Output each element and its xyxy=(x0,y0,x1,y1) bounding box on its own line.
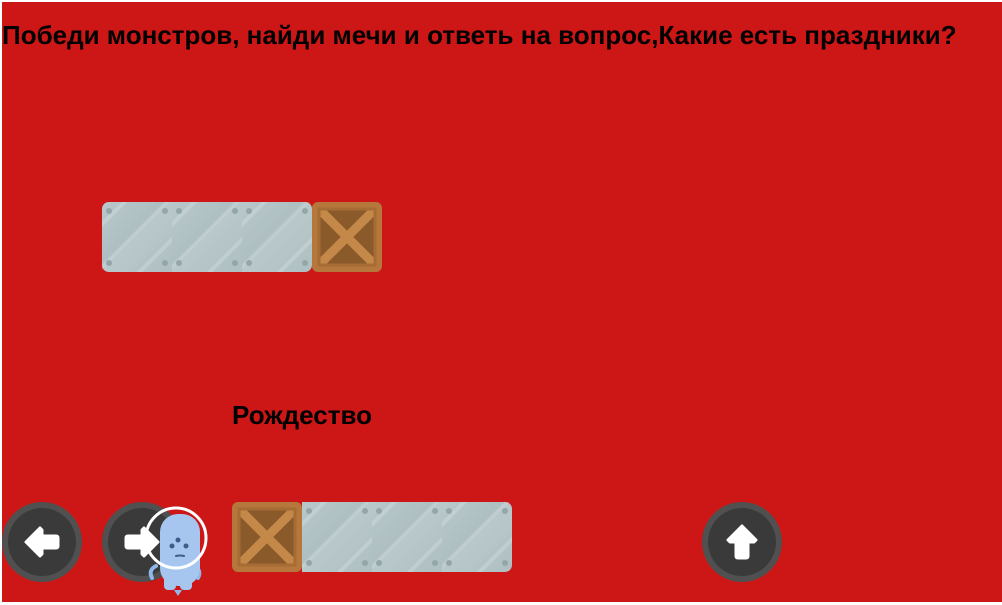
metal-block xyxy=(372,502,442,572)
metal-block xyxy=(102,202,172,272)
game-stage[interactable]: Победи монстров, найди мечи и ответь на … xyxy=(2,2,1002,602)
metal-block xyxy=(442,502,512,572)
metal-block xyxy=(172,202,242,272)
move-left-button[interactable] xyxy=(2,502,82,582)
question-text: Победи монстров, найди мечи и ответь на … xyxy=(2,20,957,50)
answer-text: Рождество xyxy=(232,400,373,430)
wooden-crate xyxy=(232,502,302,572)
player-character xyxy=(140,506,220,602)
arrow-up-icon xyxy=(726,524,758,560)
upper-platform xyxy=(102,202,382,272)
jump-button[interactable] xyxy=(702,502,782,582)
lower-platform xyxy=(232,502,512,572)
wooden-crate xyxy=(312,202,382,272)
arrow-left-icon xyxy=(24,526,60,558)
metal-block xyxy=(302,502,372,572)
metal-block xyxy=(242,202,312,272)
